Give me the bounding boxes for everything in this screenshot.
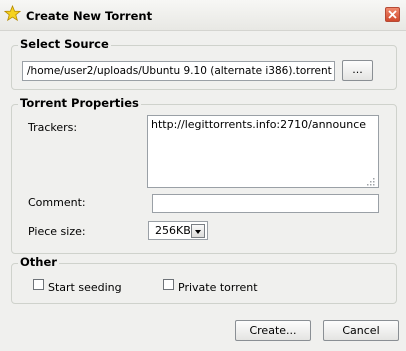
chevron-down-icon[interactable]: [191, 224, 205, 238]
source-path-field[interactable]: /home/user2/uploads/Ubuntu 9.10 (alterna…: [22, 61, 335, 81]
piece-size-value: 256KB: [155, 224, 191, 237]
trackers-text: http://legittorrents.info:2710/announce: [151, 118, 367, 131]
trackers-textarea[interactable]: http://legittorrents.info:2710/announce: [147, 115, 379, 188]
private-torrent-checkbox[interactable]: [163, 279, 174, 290]
torrent-properties-legend: Torrent Properties: [18, 96, 141, 110]
private-torrent-label[interactable]: Private torrent: [178, 281, 258, 294]
close-button[interactable]: [385, 7, 400, 22]
resize-grip-icon[interactable]: [366, 175, 375, 186]
piece-size-label: Piece size:: [28, 225, 86, 238]
create-button[interactable]: Create...: [235, 320, 311, 341]
star-icon: [3, 4, 22, 22]
cancel-button[interactable]: Cancel: [323, 320, 399, 341]
browse-button[interactable]: ...: [342, 60, 373, 81]
start-seeding-label[interactable]: Start seeding: [48, 281, 122, 294]
title-bar: Create New Torrent: [0, 0, 406, 31]
comment-field[interactable]: [152, 194, 379, 213]
comment-label: Comment:: [28, 196, 86, 209]
window-title: Create New Torrent: [26, 9, 153, 23]
trackers-label: Trackers:: [28, 121, 78, 134]
other-legend: Other: [18, 255, 59, 269]
select-source-legend: Select Source: [18, 37, 111, 51]
start-seeding-checkbox[interactable]: [33, 279, 44, 290]
piece-size-select[interactable]: 256KB: [148, 221, 208, 240]
close-icon: [388, 10, 397, 19]
